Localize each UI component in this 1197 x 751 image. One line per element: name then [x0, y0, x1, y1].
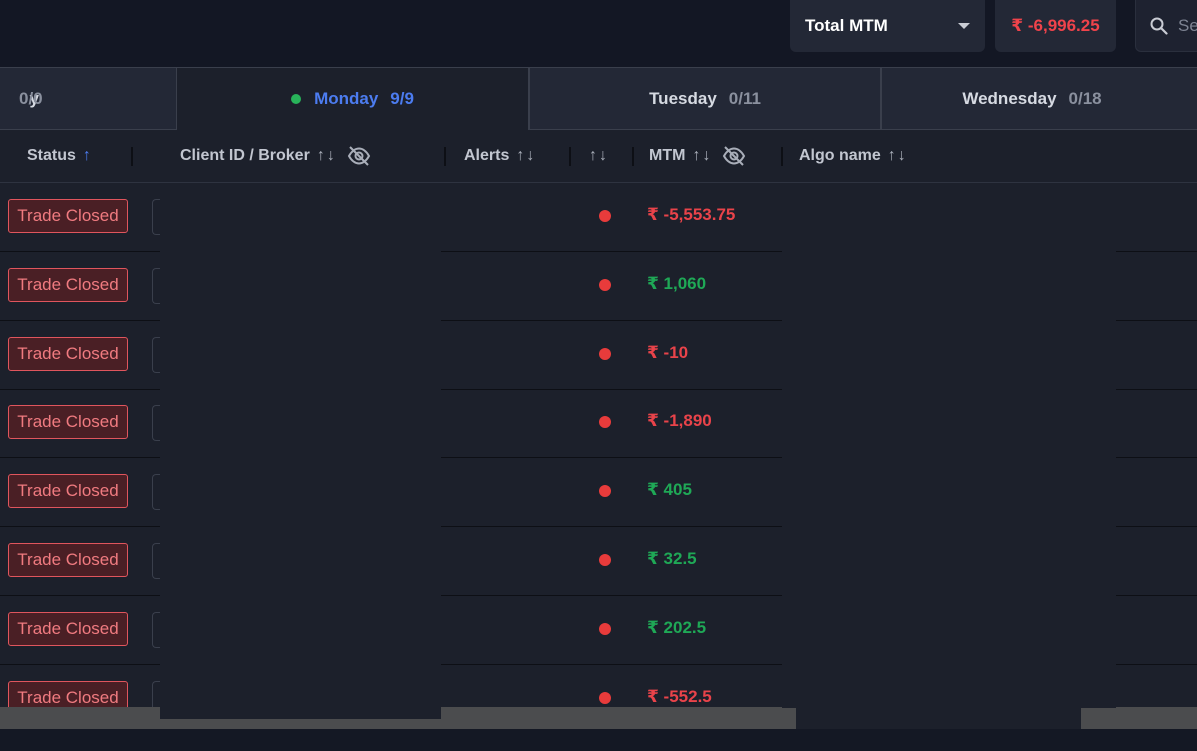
column-client-broker[interactable]: Client ID / Broker ↑↓ — [180, 130, 371, 182]
column-alerts-label: Alerts — [464, 147, 510, 164]
caret-down-icon — [958, 23, 970, 29]
search-placeholder: Se — [1178, 15, 1197, 35]
alert-dot-icon — [599, 692, 611, 704]
active-dot-icon — [291, 94, 302, 104]
alert-dot-icon — [599, 623, 611, 635]
tab-monday[interactable]: Monday 9/9 — [176, 67, 529, 130]
sort-arrows-icon[interactable]: ↑↓ — [692, 147, 712, 165]
column-algo-label: Algo name — [799, 147, 881, 164]
alert-dot-icon — [599, 210, 611, 222]
sort-arrows-icon[interactable]: ↑↓ — [317, 147, 337, 165]
column-mtm-label: MTM — [649, 147, 686, 164]
alert-dot-icon — [599, 554, 611, 566]
sort-arrows-icon[interactable]: ↑↓ — [888, 147, 908, 165]
status-badge: Trade Closed — [8, 268, 128, 302]
column-divider[interactable] — [444, 147, 446, 166]
app-window: Total MTM ₹ -6,996.25 Se y 0/0 Monday 9/… — [0, 0, 1197, 751]
tab-label: Tuesday — [649, 88, 717, 108]
sort-arrows-icon[interactable]: ↑↓ — [589, 147, 609, 165]
algo-name-column-cells — [782, 183, 1116, 708]
tab-label: Monday — [314, 89, 379, 108]
column-status-label: Status — [27, 147, 76, 164]
alert-dot-icon — [599, 416, 611, 428]
column-divider[interactable] — [131, 147, 133, 166]
mtm-value: ₹ 202.5 — [647, 618, 707, 637]
alert-dot-icon — [599, 485, 611, 497]
column-divider[interactable] — [569, 147, 571, 166]
search-input[interactable]: Se — [1135, 0, 1197, 52]
table-header: Status ↑ Client ID / Broker ↑↓ Alerts ↑↓… — [0, 130, 1197, 183]
alert-dot-icon — [599, 348, 611, 360]
mtm-value: ₹ 32.5 — [647, 549, 697, 568]
tab-tuesday[interactable]: Tuesday 0/11 — [529, 67, 881, 130]
mtm-value: ₹ -10 — [647, 343, 689, 362]
status-badge: Trade Closed — [8, 543, 128, 577]
mtm-value: ₹ 405 — [647, 480, 692, 499]
footer-bar — [0, 729, 1197, 751]
eye-off-icon[interactable] — [347, 146, 371, 166]
column-algo-name[interactable]: Algo name ↑↓ — [799, 130, 908, 182]
column-mtm[interactable]: MTM ↑↓ — [649, 130, 746, 182]
status-badge: Trade Closed — [8, 199, 128, 233]
tab-count: 0/18 — [1068, 88, 1102, 108]
column-status[interactable]: Status ↑ — [27, 130, 93, 182]
column-client-label: Client ID / Broker — [180, 147, 310, 164]
status-badge: Trade Closed — [8, 405, 128, 439]
tab-count: 9/9 — [390, 89, 414, 108]
status-badge: Trade Closed — [8, 474, 128, 508]
sort-up-icon[interactable]: ↑ — [83, 147, 93, 165]
search-icon — [1150, 17, 1168, 35]
mtm-value: ₹ -1,890 — [647, 411, 712, 430]
sort-arrows-icon[interactable]: ↑↓ — [516, 147, 536, 165]
status-badge: Trade Closed — [8, 612, 128, 646]
column-alerts[interactable]: Alerts ↑↓ — [464, 130, 536, 182]
eye-off-icon[interactable] — [722, 146, 746, 166]
algo-name-column-overflow — [796, 700, 1081, 730]
tab-label: Wednesday — [962, 88, 1057, 108]
column-divider[interactable] — [781, 147, 783, 166]
tab-day-previous[interactable]: y 0/0 — [0, 67, 177, 130]
status-badge: Trade Closed — [8, 337, 128, 371]
tab-count: 0/0 — [19, 88, 43, 108]
column-divider[interactable] — [632, 147, 634, 166]
mtm-value: ₹ -552.5 — [647, 687, 712, 706]
tab-wednesday[interactable]: Wednesday 0/18 — [881, 67, 1197, 130]
mtm-value: ₹ -5,553.75 — [647, 205, 736, 224]
column-alert-dot[interactable]: ↑↓ — [582, 130, 609, 182]
mtm-selector-label: Total MTM — [805, 16, 888, 35]
top-bar: Total MTM ₹ -6,996.25 Se — [0, 0, 1197, 68]
alert-dot-icon — [599, 279, 611, 291]
total-mtm-value: ₹ -6,996.25 — [995, 0, 1116, 52]
mtm-value: ₹ 1,060 — [647, 274, 707, 293]
tab-count: 0/11 — [728, 88, 761, 108]
client-broker-column-cells — [160, 183, 441, 719]
mtm-selector[interactable]: Total MTM — [790, 0, 985, 52]
